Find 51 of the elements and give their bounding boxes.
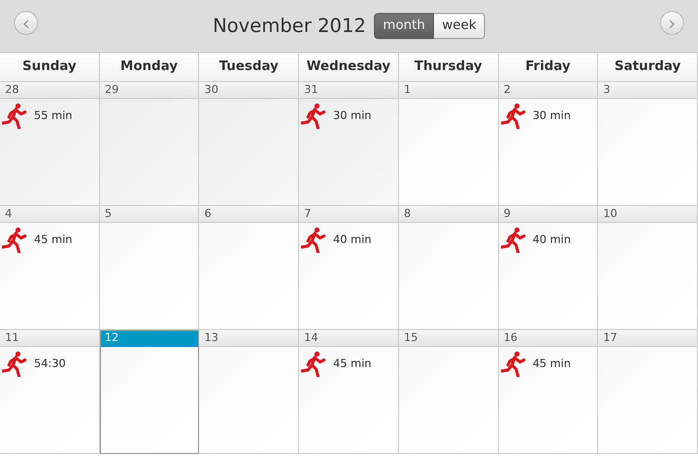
weekday-header: Wednesday xyxy=(299,53,399,82)
next-button[interactable]: › xyxy=(660,11,684,35)
day-number: 12 xyxy=(100,330,198,347)
runner-icon xyxy=(2,103,28,129)
runner-icon xyxy=(500,227,527,253)
weekday-header: Sunday xyxy=(0,53,100,82)
day-number: 11 xyxy=(0,330,99,347)
workout-duration: 54:30 xyxy=(34,356,66,372)
day-number: 31 xyxy=(299,82,398,99)
workout-duration: 55 min xyxy=(34,108,72,124)
day-number: 6 xyxy=(199,206,298,223)
day-number: 10 xyxy=(598,206,697,223)
day-number: 17 xyxy=(598,330,697,347)
runner-icon xyxy=(301,103,328,129)
weekday-header: Friday xyxy=(498,53,598,82)
day-number: 2 xyxy=(498,82,598,99)
day-number: 14 xyxy=(299,330,398,347)
day-number: 7 xyxy=(299,206,398,223)
day-number: 15 xyxy=(398,330,498,347)
day-number: 16 xyxy=(498,330,598,347)
day-number: 28 xyxy=(0,82,99,99)
day-number: 4 xyxy=(0,206,99,223)
runner-icon xyxy=(500,103,527,129)
day-number: 30 xyxy=(199,82,298,99)
view-tab[interactable]: month xyxy=(374,13,434,39)
workout-duration: 45 min xyxy=(34,232,72,248)
weekday-header: Tuesday xyxy=(199,53,300,82)
view-tab[interactable]: week xyxy=(434,13,486,39)
day-number: 29 xyxy=(100,82,198,99)
runner-icon xyxy=(301,351,328,377)
workout-duration: 45 min xyxy=(333,356,372,372)
day-number: 13 xyxy=(199,330,298,347)
weekday-header: Monday xyxy=(100,53,200,82)
workout-duration: 45 min xyxy=(532,356,571,372)
weekday-header: Saturday xyxy=(598,53,698,82)
workout-duration: 30 min xyxy=(532,108,571,124)
runner-icon xyxy=(301,227,328,253)
day-number: 1 xyxy=(398,82,498,99)
calendar-title: November 2012 xyxy=(212,14,366,39)
prev-button[interactable]: ‹ xyxy=(14,11,38,35)
day-number: 3 xyxy=(598,82,697,99)
day-number: 8 xyxy=(398,206,498,223)
runner-icon xyxy=(500,351,527,377)
weekday-header: Thursday xyxy=(398,53,499,82)
runner-icon xyxy=(2,351,28,377)
day-number: 5 xyxy=(100,206,198,223)
runner-icon xyxy=(2,227,28,253)
workout-duration: 40 min xyxy=(532,232,571,248)
day-number: 9 xyxy=(498,206,598,223)
workout-duration: 30 min xyxy=(333,108,372,124)
workout-duration: 40 min xyxy=(333,232,372,248)
